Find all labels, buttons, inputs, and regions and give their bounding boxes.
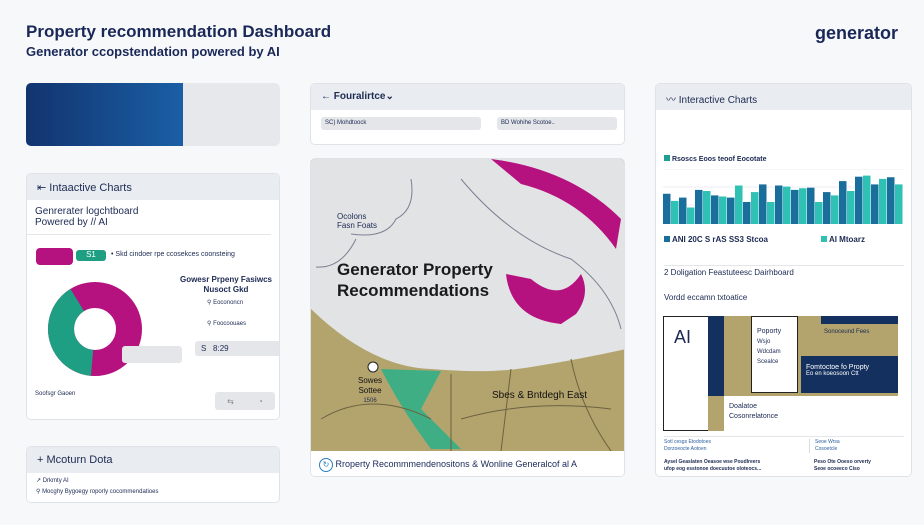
features-title: Gowesr Prpeny Fasiwcs (179, 275, 273, 284)
filter-field-2[interactable]: BD Wohihe Scotoe.. (497, 117, 617, 130)
bar (815, 202, 823, 224)
bar (663, 193, 671, 224)
bar (879, 178, 887, 224)
map-note: Doalatoe (729, 403, 758, 410)
list-item[interactable]: ⚲ Mocghy Bygoegy roporly cocommendatioes (36, 487, 270, 498)
page-header: Property recommendation Dashboard Genera… (26, 22, 331, 59)
toggle-magenta[interactable] (36, 248, 73, 265)
bar (847, 191, 855, 224)
ai-map-panel: AI Sonoceund Fees Poporty Wsjo Wdcdam Sceal… (663, 316, 903, 431)
bar (823, 192, 831, 224)
bar (855, 176, 863, 224)
map-label: Sottee (358, 386, 382, 395)
ai-label: AI (663, 316, 709, 431)
donut-chart (48, 282, 142, 376)
bar (695, 189, 703, 224)
card-footer-label: Soofsgr Gaoen (35, 391, 76, 397)
tag[interactable]: S1 (76, 250, 106, 261)
bar (687, 207, 695, 224)
map-card: Ocolons Fasn Foats Generator Property Reco… (310, 158, 625, 477)
legend-2: AI Mtoarz (821, 235, 865, 244)
map-label: Sbes & Bntdegh East (492, 390, 588, 401)
bar (831, 195, 839, 224)
card-title: Mcoturn Dota (46, 454, 113, 466)
map-pin-icon (367, 361, 379, 373)
value-field[interactable]: S 8:29 (195, 341, 279, 356)
bar (703, 191, 711, 224)
bar (887, 177, 895, 224)
filter-card: ← Fouralirtce⌄ SC) Mohdtoock BD Wohihe S… (310, 83, 625, 145)
page-title: Property recommendation Dashboard (26, 22, 332, 41)
refresh-icon[interactable]: ↻ (319, 458, 333, 472)
card-subheading: Powered by // AI (35, 217, 108, 228)
card-title: Interactive Charts (678, 95, 758, 106)
pie-button[interactable]: ◔ (258, 397, 263, 406)
bar (807, 187, 815, 224)
bar (759, 184, 767, 224)
bar (895, 184, 903, 224)
card-title: Intaactive Charts (49, 182, 132, 194)
map-footer[interactable]: ↻ Rroperty Recommmendenositons & Wonline… (311, 451, 624, 476)
bar (791, 189, 799, 224)
interactive-charts-card: ⇤ Intaactive Charts Genrerater logchtboa… (26, 173, 280, 420)
bar (671, 200, 679, 224)
page-subtitle: Generator ccopstendation powered by AI (26, 44, 280, 59)
bar (839, 181, 847, 224)
right-charts-card: 〰 Interactive Charts Rsoscs Eoos teoof E… (655, 83, 912, 477)
bar (767, 202, 775, 224)
bar (751, 192, 759, 224)
placeholder-bar (122, 346, 182, 363)
features-subtitle: Nusoct Gkd (203, 285, 249, 294)
chart-icon: 〰 (666, 95, 679, 106)
bar (799, 188, 807, 224)
feature-item[interactable]: ⚲ Eocononcn (207, 299, 243, 306)
logo: generator (815, 23, 899, 43)
footer-buttons: ⇆ ◔ (215, 392, 275, 410)
data-card: + Mcoturn Dota ↗ Drkmty AI ⚲ Mocghy Bygo… (26, 446, 280, 503)
swap-button[interactable]: ⇆ (227, 397, 234, 406)
bar (775, 185, 783, 224)
bar (735, 185, 743, 224)
bar (711, 195, 719, 224)
card-header: ⇤ Intaactive Charts (27, 174, 279, 200)
info-box[interactable]: Fomtoctoe fo Propty Eo en koeosoon Ctt (801, 356, 898, 393)
property-map[interactable] (311, 159, 625, 451)
feature-item[interactable]: ⚲ Foocoouaes (207, 320, 246, 327)
map-label: Ocolons (337, 212, 367, 221)
bar (719, 196, 727, 224)
bar (863, 175, 871, 224)
map-footer-text: Rroperty Recommmendenositons & Wonline G… (335, 459, 577, 469)
section-title: Vordd eccamn txtoatice (664, 293, 748, 302)
toggle-label: • Skd cindoer rpe ccosekces coonsteing (111, 251, 235, 258)
back-icon[interactable]: ← (321, 91, 334, 102)
bar (727, 197, 735, 224)
section-title: 2 Doligation Feastuteesc Dairhboard (664, 265, 904, 277)
banner (26, 83, 280, 146)
map-heading: Recommendations (337, 281, 490, 300)
map-label: 1506 (363, 398, 377, 404)
bar-chart (663, 169, 903, 224)
filter-dropdown[interactable]: Fouralirtce (334, 91, 386, 102)
bar (743, 202, 751, 224)
bar (783, 186, 791, 224)
chart-caption: Rsoscs Eoos teoof Eocotate (664, 155, 766, 163)
map-heading: Generator Property (337, 260, 493, 279)
map-note: Cosonrelatonce (729, 413, 779, 420)
legend-1: ANI 20C S rAS SS3 Stcoa (664, 235, 768, 244)
bar (679, 197, 687, 224)
collapse-icon[interactable]: ⇤ (37, 182, 49, 194)
map-label: Sowes (358, 376, 383, 385)
footer-notes: Sotl cesgs Etodotoes Dorzoeocte Aotoen Ay… (664, 436, 904, 472)
list-item[interactable]: ↗ Drkmty AI (36, 476, 270, 487)
bar (871, 184, 879, 224)
filter-field-1[interactable]: SC) Mohdtoock (321, 117, 481, 130)
map-label: Fasn Foats (337, 221, 378, 230)
card-heading: Genrerater logchtboard (35, 206, 139, 217)
region-label: Sonoceund Fees (824, 329, 870, 335)
